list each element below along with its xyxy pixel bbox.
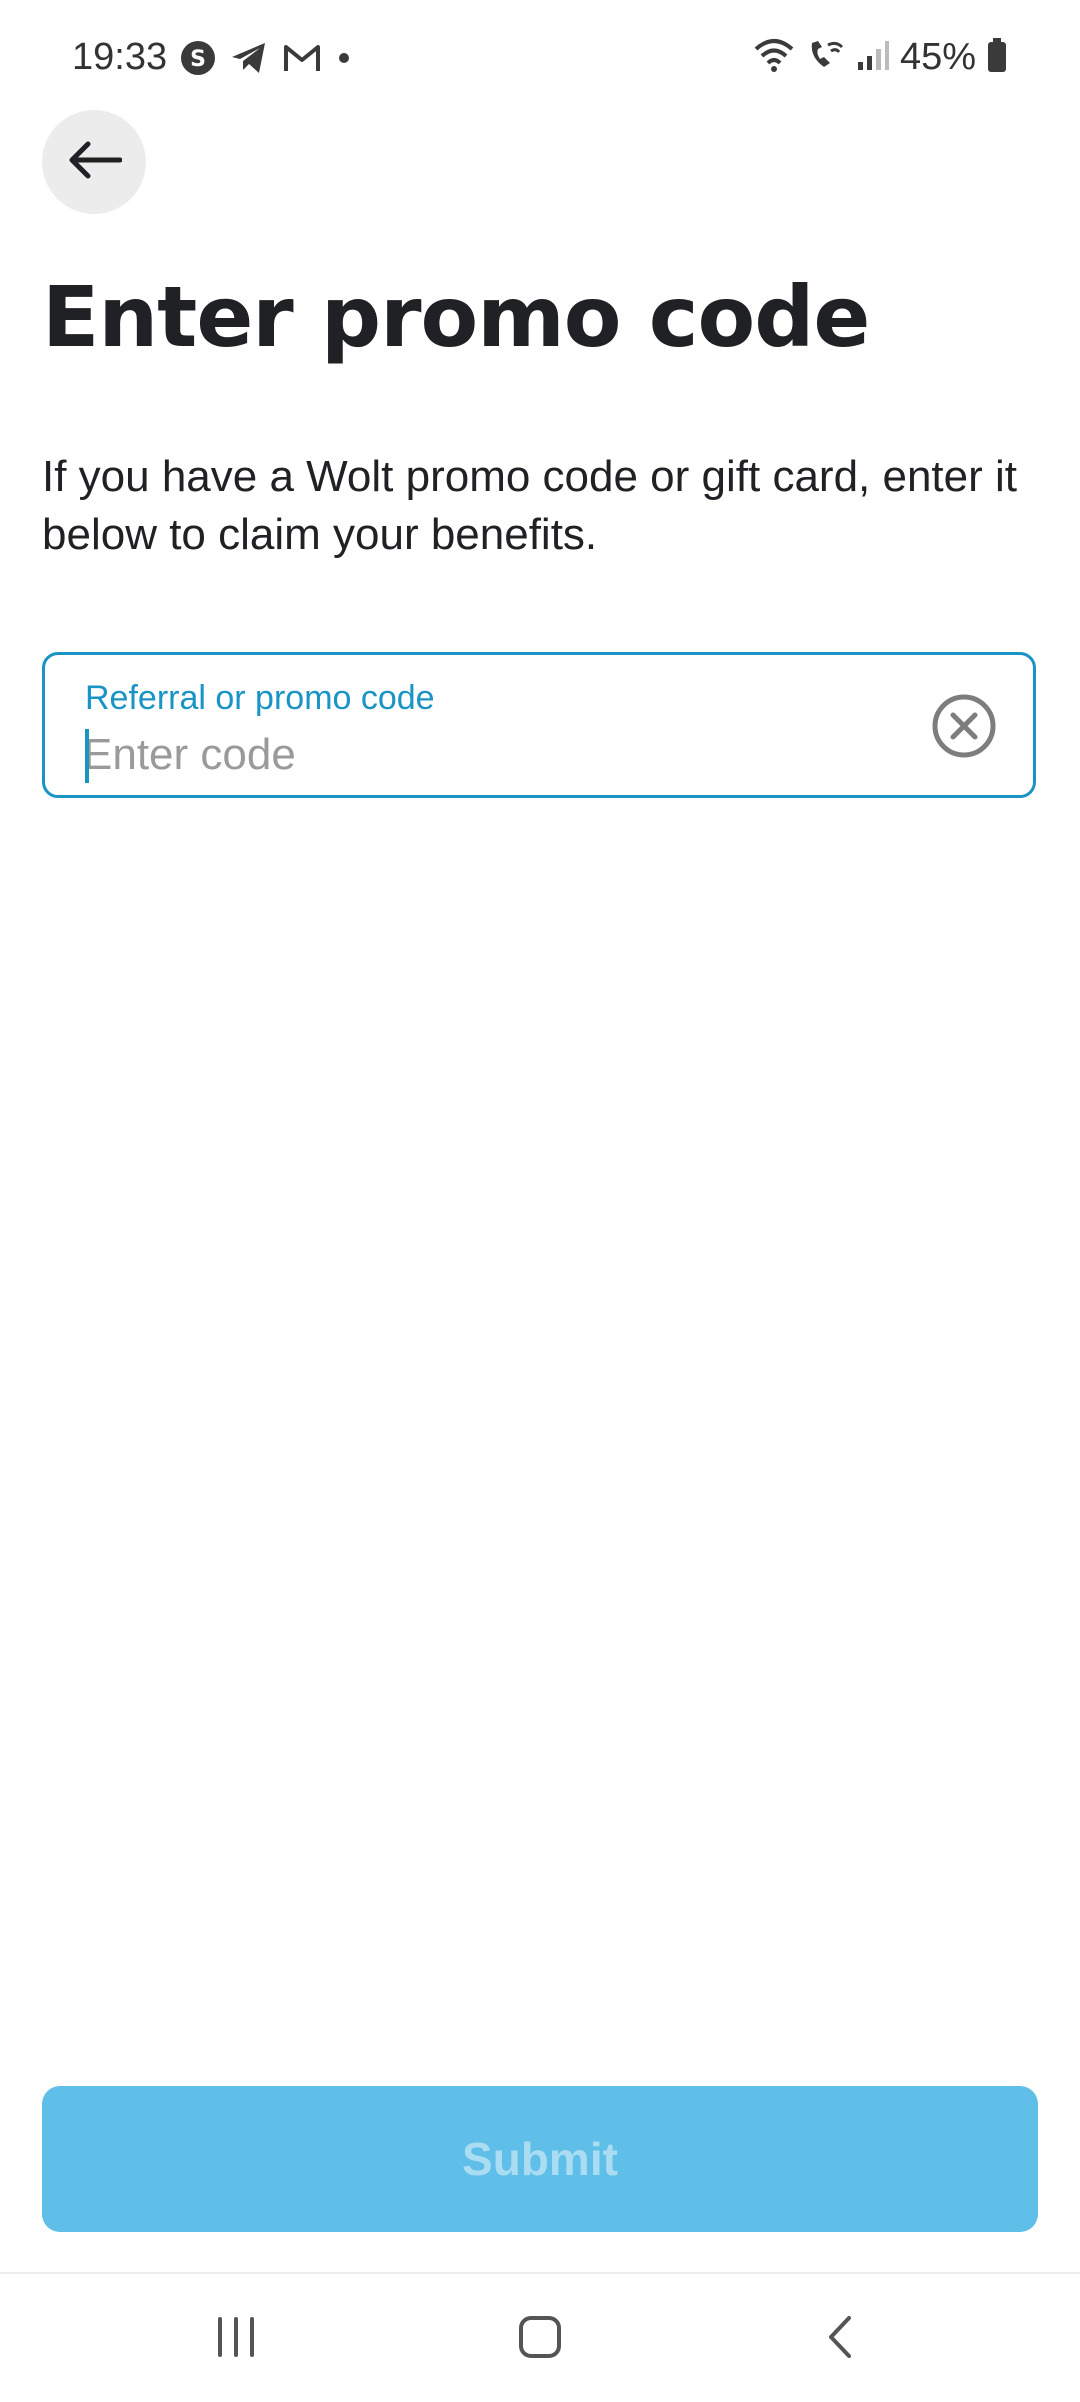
- wifi-call-icon: [806, 37, 846, 78]
- s-app-icon: S: [180, 40, 216, 81]
- dot-icon: [336, 50, 352, 71]
- promo-code-label: Referral or promo code: [85, 679, 435, 717]
- telegram-icon: [230, 40, 268, 81]
- status-time: 19:33: [72, 36, 168, 78]
- gmail-icon: [282, 41, 322, 80]
- system-navigation-bar: [0, 2272, 1080, 2402]
- wifi-icon: [752, 37, 796, 78]
- promo-code-field[interactable]: Referral or promo code: [42, 652, 1036, 798]
- clear-circle-icon: [931, 693, 997, 764]
- home-button[interactable]: [500, 2304, 580, 2374]
- signal-icon: [856, 38, 890, 77]
- recent-apps-icon: [214, 2315, 258, 2364]
- text-caret: [85, 729, 89, 783]
- clear-button[interactable]: [931, 693, 997, 764]
- page-description: If you have a Wolt promo code or gift ca…: [42, 452, 1018, 559]
- page-title: Enter promo code: [42, 268, 870, 366]
- status-system-icons: 45%: [752, 36, 1008, 79]
- submit-button[interactable]: Submit: [42, 2086, 1038, 2232]
- system-back-button[interactable]: [800, 2304, 880, 2374]
- back-button[interactable]: [42, 110, 146, 214]
- status-bar: 19:33 S 45%: [0, 0, 1080, 120]
- svg-text:S: S: [190, 47, 206, 72]
- battery-icon: [986, 37, 1008, 78]
- battery-percent: 45%: [899, 36, 976, 78]
- arrow-left-icon: [66, 140, 123, 185]
- promo-code-input[interactable]: [83, 727, 923, 783]
- chevron-left-icon: [825, 2314, 855, 2365]
- recent-apps-button[interactable]: [196, 2304, 276, 2374]
- status-notification-icons: S: [180, 40, 352, 81]
- home-icon: [517, 2314, 563, 2365]
